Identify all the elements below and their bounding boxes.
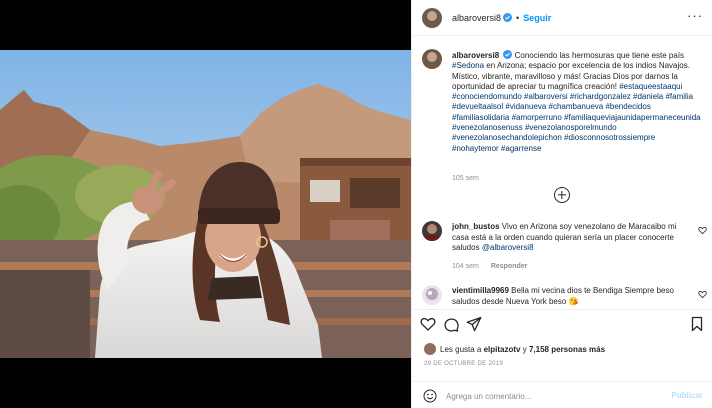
save-bookmark-icon[interactable] (689, 316, 705, 332)
caption-text: albaroversi8 Conociendo las hermosuras q… (452, 50, 704, 154)
caption-body-1: Conociendo las hermosuras que tiene este… (514, 51, 685, 60)
avatar[interactable] (422, 7, 442, 28)
comment-mention[interactable]: @albaroversi8 (482, 243, 534, 252)
post-photo[interactable] (0, 50, 411, 358)
caption-username[interactable]: albaroversi8 (452, 51, 499, 60)
likes-prefix: Les gusta a (440, 344, 482, 354)
hashtag-sedona[interactable]: #Sedona (452, 61, 484, 70)
emoji-icon[interactable] (423, 389, 437, 403)
comments-section[interactable]: albaroversi8 Conociendo las hermosuras q… (412, 37, 712, 309)
publish-button[interactable]: Publicar (671, 391, 703, 400)
avatar[interactable] (422, 221, 442, 241)
likes-connector: y (522, 344, 527, 354)
action-icons (420, 316, 482, 332)
instagram-post-modal: albaroversi8 • Seguir ··· albaroversi8 C… (0, 0, 712, 408)
avatar (424, 343, 436, 355)
follow-button[interactable]: Seguir (523, 13, 551, 23)
share-send-icon[interactable] (466, 316, 482, 332)
comment-username[interactable]: vientimilla9969 (452, 286, 509, 295)
post-sidebar: albaroversi8 • Seguir ··· albaroversi8 C… (411, 0, 712, 408)
likes-count[interactable]: 7,158 personas más (529, 345, 605, 354)
comment-timestamp[interactable]: 104 sem (452, 263, 479, 270)
verified-badge-icon (503, 50, 513, 59)
comment-text: john_bustos Vivo en Arizona soy venezola… (452, 222, 684, 254)
comment-input[interactable] (446, 388, 646, 404)
load-more-comments-icon[interactable] (554, 187, 570, 203)
separator-dot: • (516, 12, 520, 23)
caption-timestamp[interactable]: 105 sem (452, 175, 479, 182)
avatar[interactable] (422, 49, 442, 69)
comment-text: vientimilla9969 Bella mi vecina dios te … (452, 286, 684, 307)
likes-summary[interactable]: Les gusta a elpitazotv y 7,158 personas … (424, 343, 605, 355)
comment-like-heart-icon[interactable] (698, 290, 707, 299)
photo-pane (0, 0, 411, 408)
verified-badge-icon (503, 13, 513, 22)
comment-username[interactable]: john_bustos (452, 222, 500, 231)
comment-bubble-icon[interactable] (443, 316, 459, 332)
avatar[interactable] (422, 285, 442, 305)
caption-hashtags[interactable]: #estaqueestaaqui #conociendomundo #albar… (452, 82, 701, 153)
like-heart-icon[interactable] (420, 316, 436, 332)
comment-meta: 104 sem Responder (452, 263, 537, 270)
more-options-icon[interactable]: ··· (687, 9, 703, 22)
post-header: albaroversi8 • Seguir ··· (412, 0, 712, 36)
post-date[interactable]: 29 DE OCTUBRE DE 2019 (424, 361, 503, 367)
comment-like-heart-icon[interactable] (698, 226, 707, 235)
post-actions: Les gusta a elpitazotv y 7,158 personas … (412, 309, 712, 408)
likes-user[interactable]: elpitazotv (484, 345, 521, 354)
add-comment-bar: Publicar (412, 381, 712, 408)
reply-button[interactable]: Responder (491, 263, 528, 270)
header-username[interactable]: albaroversi8 (452, 13, 501, 23)
